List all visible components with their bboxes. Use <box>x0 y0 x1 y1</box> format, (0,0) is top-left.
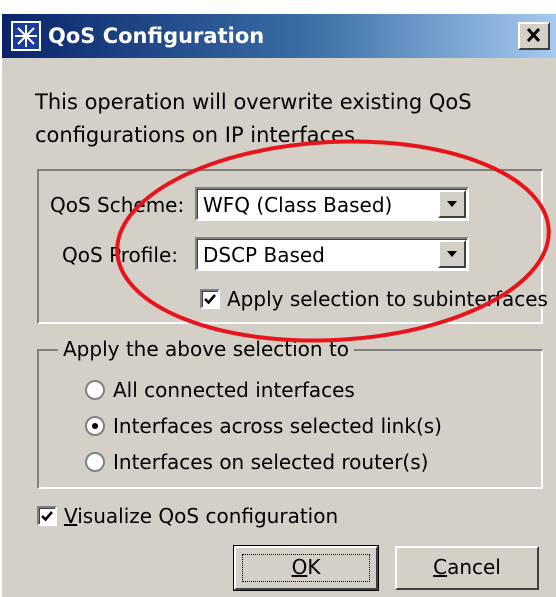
qos-profile-value: DSCP Based <box>203 243 325 267</box>
visualize-mnemonic: V <box>64 504 78 528</box>
qos-scheme-label: QoS Scheme: <box>50 193 185 217</box>
visualize-qos-checkbox[interactable] <box>37 506 57 526</box>
apply-subinterfaces-checkbox[interactable] <box>200 289 220 309</box>
visualize-qos-label[interactable]: Visualize QoS configuration <box>64 503 338 529</box>
chevron-down-icon <box>447 251 457 257</box>
cancel-mnemonic: C <box>433 555 448 579</box>
qos-configuration-dialog: QoS Configuration This operation will ov… <box>0 12 556 597</box>
ok-button[interactable]: OK <box>233 545 379 591</box>
cancel-button[interactable]: Cancel <box>395 546 539 590</box>
star-burst-icon <box>11 21 41 51</box>
focus-rectangle <box>242 554 370 582</box>
qos-scheme-dropdown-button[interactable] <box>438 190 466 218</box>
radio-across-selected-links-label[interactable]: Interfaces across selected link(s) <box>113 413 442 439</box>
qos-scheme-dropdown[interactable]: WFQ (Class Based) <box>195 187 469 221</box>
cancel-label-rest: ancel <box>447 555 501 579</box>
radio-all-connected[interactable] <box>85 380 105 400</box>
radio-selected-routers-label[interactable]: Interfaces on selected router(s) <box>113 449 428 475</box>
chevron-down-icon <box>447 201 457 207</box>
apply-selection-legend: Apply the above selection to <box>58 336 355 362</box>
qos-settings-group: QoS Scheme: WFQ (Class Based) QoS Profil… <box>37 169 548 324</box>
check-icon <box>204 294 216 305</box>
qos-profile-dropdown[interactable]: DSCP Based <box>195 237 469 271</box>
apply-subinterfaces-label[interactable]: Apply selection to subinterfaces <box>227 286 548 312</box>
message-line-2: configurations on IP interfaces. <box>35 123 362 147</box>
radio-selected-routers[interactable] <box>85 452 105 472</box>
warning-message: This operation will overwrite existing Q… <box>35 86 545 152</box>
radio-all-connected-label[interactable]: All connected interfaces <box>113 377 355 403</box>
radio-selected-dot <box>92 423 98 429</box>
qos-profile-label: QoS Profile: <box>62 243 178 267</box>
window-title: QoS Configuration <box>48 24 265 48</box>
close-button[interactable] <box>518 22 550 50</box>
title-bar[interactable]: QoS Configuration <box>2 14 556 58</box>
apply-selection-group: Apply the above selection to All connect… <box>37 336 543 489</box>
qos-profile-dropdown-button[interactable] <box>438 240 466 268</box>
visualize-label-rest: isualize QoS configuration <box>77 504 339 528</box>
radio-across-selected-links[interactable] <box>85 416 105 436</box>
close-icon <box>526 27 541 43</box>
check-icon <box>41 511 53 522</box>
qos-scheme-value: WFQ (Class Based) <box>203 193 393 217</box>
message-line-1: This operation will overwrite existing Q… <box>35 90 472 114</box>
